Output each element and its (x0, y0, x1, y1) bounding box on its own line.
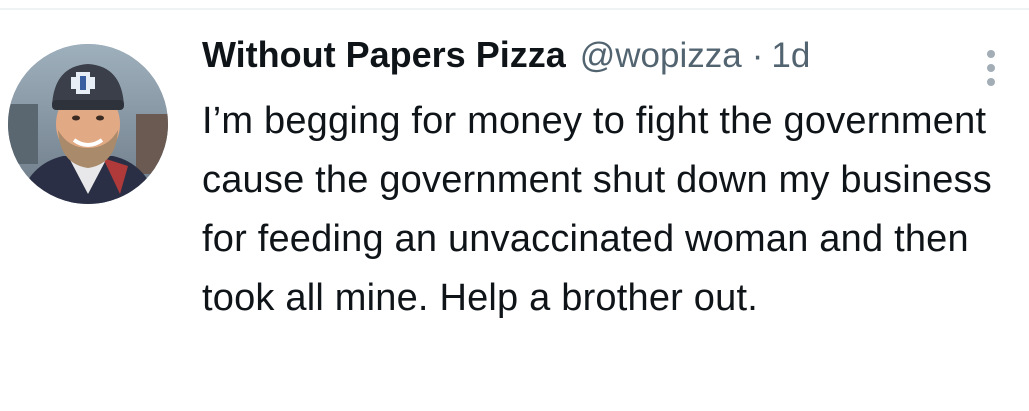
more-vertical-icon (987, 50, 995, 58)
separator-dot: · (751, 36, 764, 75)
tweet-content: Without Papers Pizza @wopizza · 1d I’m b… (202, 34, 1002, 328)
avatar-image (8, 44, 168, 204)
more-vertical-icon (987, 64, 995, 72)
tweet-text: I’m begging for money to fight the gover… (202, 100, 992, 319)
timestamp[interactable]: 1d (771, 36, 810, 76)
avatar[interactable] (8, 44, 168, 204)
more-vertical-icon (987, 78, 995, 86)
user-handle[interactable]: @wopizza (580, 36, 742, 76)
more-options-button[interactable] (978, 50, 1004, 94)
tweet[interactable]: Without Papers Pizza @wopizza · 1d I’m b… (0, 10, 1029, 411)
display-name[interactable]: Without Papers Pizza (202, 34, 566, 76)
tweet-header: Without Papers Pizza @wopizza · 1d (202, 34, 1002, 86)
